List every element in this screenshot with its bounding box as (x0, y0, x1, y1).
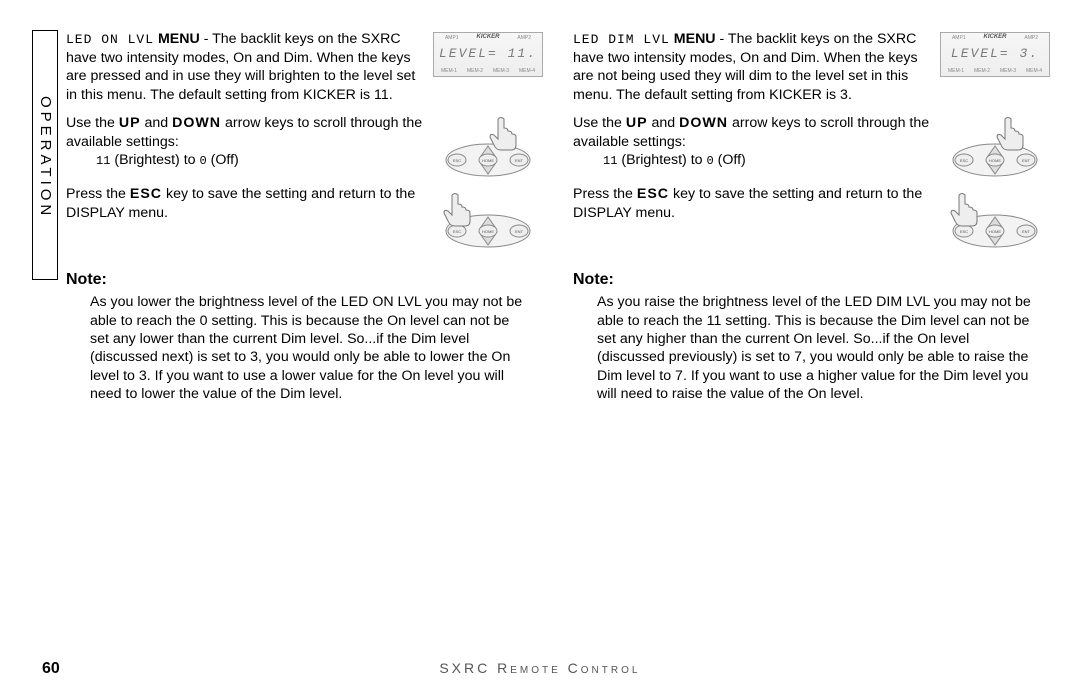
up-key-label: UP (626, 115, 648, 131)
menu-word: MENU (674, 31, 716, 47)
lcd-title-left: LED ON LVL (66, 32, 154, 47)
keypad-illustration-esc: ESC HOME ENT (433, 185, 543, 250)
note-heading-left: Note: (66, 270, 543, 291)
keypad-illustration-up: ESC HOME ENT (940, 114, 1050, 179)
svg-text:ESC: ESC (453, 229, 461, 234)
pointing-hand-icon (997, 118, 1023, 151)
pointing-hand-icon (490, 118, 516, 151)
lcd-value-right: LEVEL= 3. (941, 43, 1049, 66)
svg-text:ENT: ENT (515, 229, 524, 234)
range-left: 11 (Brightest) to 0 (Off) (96, 151, 426, 170)
svg-text:ENT: ENT (515, 158, 524, 163)
press-esc-left: Press the ESC key to save the setting an… (66, 185, 426, 222)
down-key-label: DOWN (172, 115, 221, 131)
range-right: 11 (Brightest) to 0 (Off) (603, 151, 933, 170)
keypad-illustration-up: ESC HOME ENT (433, 114, 543, 179)
esc-key-label: ESC (130, 186, 162, 202)
note-heading-right: Note: (573, 270, 1050, 291)
use-keys-left: Use the UP and DOWN arrow keys to scroll… (66, 114, 426, 170)
svg-text:HOME: HOME (989, 229, 1001, 234)
lcd-display-right: AMP1 KICKER AMP2 LEVEL= 3. MEM-1 MEM-2 M… (940, 32, 1050, 77)
svg-text:ENT: ENT (1022, 158, 1031, 163)
svg-text:HOME: HOME (482, 229, 494, 234)
footer-title: SXRC Remote Control (60, 659, 1020, 677)
note-body-right: As you raise the brightness level of the… (597, 293, 1037, 404)
use-keys-right: Use the UP and DOWN arrow keys to scroll… (573, 114, 933, 170)
down-key-label: DOWN (679, 115, 728, 131)
keypad-illustration-esc: ESC HOME ENT (940, 185, 1050, 250)
content-columns: AMP1 KICKER AMP2 LEVEL= 11. MEM-1 MEM-2 … (66, 30, 1050, 414)
pointing-hand-icon (951, 194, 977, 227)
page-footer: 60 SXRC Remote Control (42, 659, 1050, 680)
lcd-display-left: AMP1 KICKER AMP2 LEVEL= 11. MEM-1 MEM-2 … (433, 32, 543, 77)
lcd-title-right: LED DIM LVL (573, 32, 670, 47)
section-tab-label: Operation (35, 96, 55, 219)
page-number: 60 (42, 659, 60, 680)
svg-text:HOME: HOME (989, 158, 1001, 163)
pointing-hand-icon (444, 194, 470, 227)
column-right: AMP1 KICKER AMP2 LEVEL= 3. MEM-1 MEM-2 M… (573, 30, 1050, 414)
svg-text:ESC: ESC (960, 229, 968, 234)
section-tab-operation: Operation (32, 30, 58, 280)
svg-text:ESC: ESC (453, 158, 461, 163)
note-body-left: As you lower the brightness level of the… (90, 293, 530, 404)
menu-word: MENU (158, 31, 200, 47)
svg-text:ENT: ENT (1022, 229, 1031, 234)
page: Operation AMP1 KICKER AMP2 LEVEL= 11. ME… (0, 0, 1080, 698)
column-left: AMP1 KICKER AMP2 LEVEL= 11. MEM-1 MEM-2 … (66, 30, 543, 414)
press-esc-right: Press the ESC key to save the setting an… (573, 185, 933, 222)
lcd-value-left: LEVEL= 11. (434, 43, 542, 66)
brand-kicker: KICKER (476, 34, 499, 42)
up-key-label: UP (119, 115, 141, 131)
esc-key-label: ESC (637, 186, 669, 202)
svg-text:ESC: ESC (960, 158, 968, 163)
brand-kicker: KICKER (983, 34, 1006, 42)
svg-text:HOME: HOME (482, 158, 494, 163)
